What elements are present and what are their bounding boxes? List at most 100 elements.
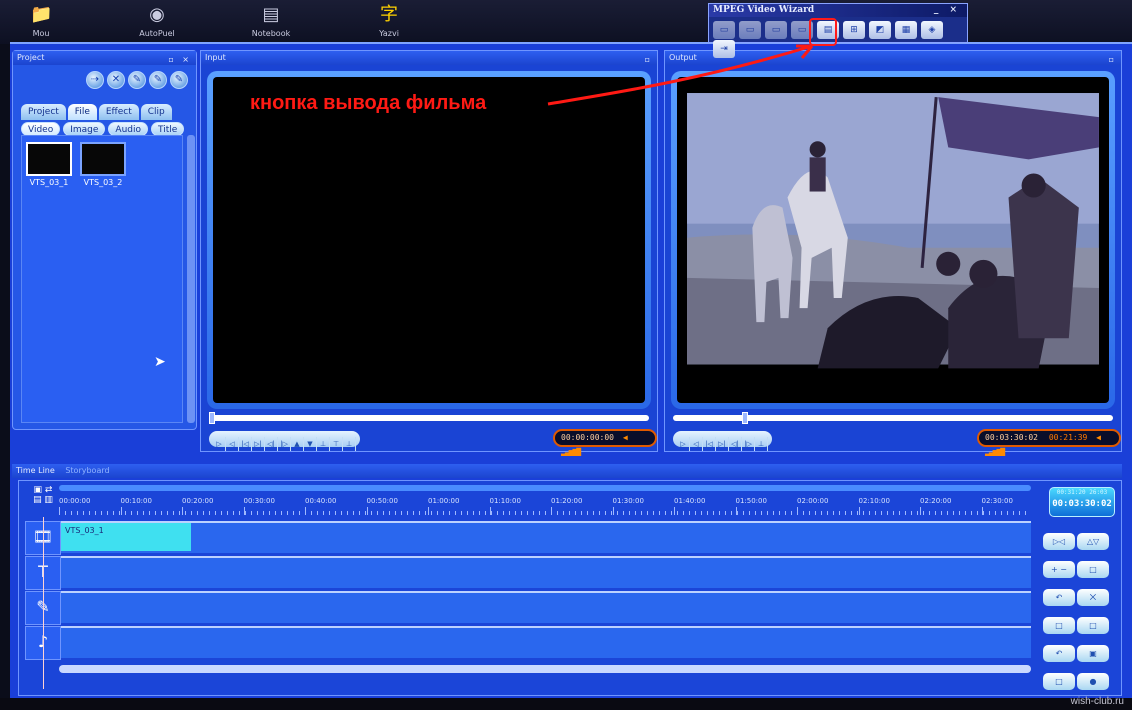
remove-button[interactable]: ✕ (107, 71, 125, 89)
subtab-audio[interactable]: Audio (108, 122, 148, 136)
desktop-icon-yazvi[interactable]: 字 Yazvi (354, 2, 424, 38)
timeline-tools[interactable]: ▣ ⇄ ▤ ▥ (25, 485, 61, 505)
ruler-bar[interactable] (59, 485, 1031, 491)
audio-track[interactable] (61, 626, 1031, 658)
output-panel: Output ▫ ▷ ◁ |◁ ▷| ◁| |▷ ⊥ 00:03:30:02 0… (664, 50, 1122, 456)
input-timecode: 00:00:00:00 ◀ ▂▃▅▆▇ (553, 429, 657, 456)
overwrite-button[interactable]: ⊤ (330, 437, 343, 451)
mark-in-button[interactable]: ◁| (265, 437, 278, 451)
timeline-ruler[interactable]: 00:00:00 00:10:00 00:20:00 00:30:00 00:40:00… (59, 485, 1031, 515)
output-button-highlight (809, 18, 837, 46)
exit-icon[interactable]: ⇥ (713, 40, 735, 58)
undo-button[interactable]: ↶ (1043, 589, 1075, 606)
reverse-button[interactable]: ◁ (226, 437, 239, 451)
output-seek-bar[interactable] (673, 412, 1113, 424)
prev-frame-button[interactable]: |◁ (239, 437, 252, 451)
timeline-playhead[interactable] (43, 517, 44, 689)
edit-icon[interactable]: ◩ (869, 21, 891, 39)
nav-button[interactable]: ▷◁ (1043, 533, 1075, 550)
tab-storyboard[interactable]: Storyboard (65, 466, 109, 475)
play-button[interactable]: ▷ (677, 437, 690, 451)
ruler-tick-label: 02:20:00 (920, 497, 952, 515)
ruler-tick-label: 01:40:00 (674, 497, 706, 515)
input-panel-controls[interactable]: ▫ (645, 53, 653, 67)
output-panel-controls[interactable]: ▫ (1109, 53, 1117, 67)
desktop-icon-label: AutoPuel (139, 29, 175, 38)
play-button[interactable]: ▷ (213, 437, 226, 451)
insert-button[interactable]: ⊥ (317, 437, 330, 451)
up-button[interactable]: ▲ (291, 437, 304, 451)
text-track[interactable] (61, 556, 1031, 588)
media-library: VTS_03_1 VTS_03_2 ➤ (21, 135, 183, 423)
timecode-main: 00:03:30:02 (1052, 499, 1112, 509)
output-seek-knob[interactable] (742, 412, 748, 424)
subtab-video[interactable]: Video (21, 122, 61, 136)
desktop-icon-mou[interactable]: 📁 Mou (6, 2, 76, 38)
timeline-tracks: VTS_03_1 (61, 521, 1031, 661)
capture-icon[interactable]: ⊞ (843, 21, 865, 39)
subtab-image[interactable]: Image (63, 122, 106, 136)
output-preview (677, 77, 1109, 403)
tool-button[interactable]: ✎ (128, 71, 146, 89)
ruler-tick-label: 00:30:00 (243, 497, 275, 515)
media-thumbnail[interactable]: VTS_03_2 (80, 142, 126, 187)
open-icon[interactable]: ▭ (739, 21, 761, 39)
snapshot-button[interactable]: ▣ (1077, 645, 1109, 662)
input-seek-knob[interactable] (209, 412, 215, 424)
new-project-icon[interactable]: ▭ (713, 21, 735, 39)
tool-button[interactable]: □ (1077, 561, 1109, 578)
cut-button[interactable]: ⨉ (1077, 589, 1109, 606)
screen-bottom-edge (0, 698, 1132, 710)
wizard-titlebar[interactable]: MPEG Video Wizard _ × (709, 4, 967, 17)
desktop-icon-label: Notebook (251, 29, 291, 38)
redo-button[interactable]: ↶ (1043, 645, 1075, 662)
media-thumbnail[interactable]: VTS_03_1 (26, 142, 72, 187)
import-button[interactable]: ⇢ (86, 71, 104, 89)
wizard-title-label: MPEG Video Wizard (713, 5, 815, 15)
ruler-tick-label: 01:00:00 (428, 497, 460, 515)
nav-button[interactable]: △▽ (1077, 533, 1109, 550)
save-icon[interactable]: ▭ (765, 21, 787, 39)
character-icon: 字 (380, 4, 398, 25)
tool-button[interactable]: □ (1043, 617, 1075, 634)
prev-frame-button[interactable]: |◁ (703, 437, 716, 451)
movie-frame-image (687, 93, 1099, 369)
storyboard-icon[interactable]: ▦ (895, 21, 917, 39)
wizard-window-controls[interactable]: _ × (934, 4, 961, 17)
go-end-button[interactable]: |▷ (742, 437, 755, 451)
zoom-button[interactable]: + − (1043, 561, 1075, 578)
media-scrollbar[interactable] (187, 135, 195, 423)
timeline-scrollbar[interactable] (59, 665, 1031, 673)
timeline-title: Time Line Storyboard (12, 464, 1122, 478)
watermark: wish-club.ru (1070, 696, 1124, 707)
output-screen-frame (671, 71, 1115, 409)
ruler-tick-label: 02:10:00 (858, 497, 890, 515)
go-start-button[interactable]: ◁| (729, 437, 742, 451)
down-button[interactable]: ▼ (304, 437, 317, 451)
effect-track[interactable] (61, 591, 1031, 623)
input-seek-bar[interactable] (209, 412, 649, 424)
desktop-icon-notebook[interactable]: ▤ Notebook (236, 2, 306, 38)
desktop-icon-label: Yazvi (379, 29, 399, 38)
add-to-timeline-button[interactable]: ⊥ (343, 437, 356, 451)
project-panel-controls[interactable]: ▫ × (168, 53, 192, 67)
tool-button[interactable]: ✎ (149, 71, 167, 89)
split-button[interactable]: ⊥ (755, 437, 768, 451)
output-timecode-value: 00:03:30:02 (985, 433, 1038, 442)
mouse-cursor-icon: ➤ (154, 354, 166, 370)
record-button[interactable]: ● (1077, 673, 1109, 690)
desktop-icon-autopuel[interactable]: ◉ AutoPuel (122, 2, 192, 38)
timeline-clip[interactable]: VTS_03_1 (61, 523, 191, 551)
reverse-button[interactable]: ◁ (690, 437, 703, 451)
next-frame-button[interactable]: ▷| (252, 437, 265, 451)
tool-button[interactable]: □ (1077, 617, 1109, 634)
mark-out-button[interactable]: |▷ (278, 437, 291, 451)
settings-icon[interactable]: ◈ (921, 21, 943, 39)
tool-button[interactable]: □ (1043, 673, 1075, 690)
next-frame-button[interactable]: ▷| (716, 437, 729, 451)
tool-button[interactable]: ✎ (170, 71, 188, 89)
video-track[interactable]: VTS_03_1 (61, 521, 1031, 553)
ruler-tick-label: 01:10:00 (489, 497, 521, 515)
subtab-title[interactable]: Title (151, 122, 185, 136)
input-transport-controls: ▷ ◁ |◁ ▷| ◁| |▷ ▲ ▼ ⊥ ⊤ ⊥ (209, 431, 360, 451)
